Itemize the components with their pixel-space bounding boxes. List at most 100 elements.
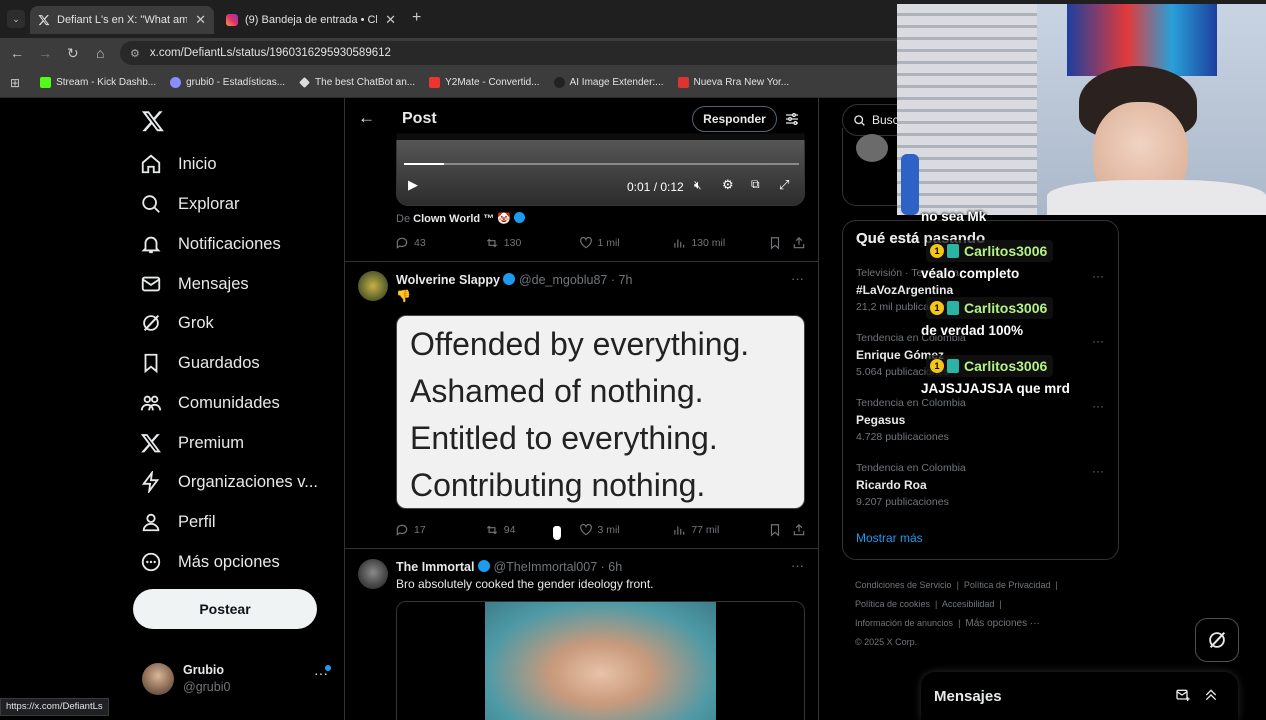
chat-username[interactable]: 1 Carlitos3006 [926, 297, 1054, 319]
mute-icon[interactable]: 🔇︎ [694, 178, 702, 193]
nav-organizations[interactable]: Organizaciones v... [140, 471, 318, 493]
settings-icon[interactable]: ⚙ [722, 177, 734, 193]
chat-username[interactable]: 1 Carlitos3006 [926, 240, 1054, 262]
like-action[interactable]: 3 mil [579, 523, 673, 537]
trend-item[interactable]: Tendencia en Colombia Ricardo Roa 9.207 … [856, 462, 966, 508]
more-icon[interactable]: ··· [1092, 269, 1104, 283]
account-switcher[interactable]: Grubio @grubi0 ··· [142, 661, 332, 697]
grok-button[interactable] [1195, 618, 1239, 662]
nav-communities[interactable]: Comunidades [140, 392, 280, 414]
filter-icon[interactable] [784, 111, 800, 127]
tweet-media-frame[interactable] [396, 601, 805, 720]
footer-link[interactable]: Accesibilidad [942, 599, 995, 609]
post-button[interactable]: Postear [133, 589, 317, 629]
video-player[interactable]: ▶ 0:01 / 0:12 🔇︎ ⚙ ⧉ ⤢ [396, 133, 805, 206]
video-source-name[interactable]: Clown World ™ [413, 213, 494, 225]
back-arrow-icon[interactable]: ← [358, 108, 375, 128]
trend-name: Ricardo Roa [856, 478, 927, 492]
retweet-action[interactable]: 94 [485, 523, 579, 537]
share-icon[interactable] [792, 523, 806, 537]
nav-bookmarks[interactable]: Guardados [140, 352, 260, 374]
views-icon [674, 239, 685, 248]
trend-item[interactable]: Tendencia en Colombia Pegasus 4.728 publ… [856, 397, 966, 443]
forward-icon[interactable]: → [38, 45, 52, 61]
nav-messages[interactable]: Mensajes [140, 273, 249, 295]
footer-link[interactable]: Política de cookies [855, 599, 930, 609]
nav-notifications[interactable]: Notificaciones [140, 233, 281, 255]
close-tab-icon[interactable]: ✕ [385, 12, 396, 28]
footer-link[interactable]: Política de Privacidad [964, 580, 1051, 590]
bookmark-item[interactable]: Y2Mate - Convertid... [429, 77, 540, 88]
more-icon[interactable]: ··· [1092, 399, 1104, 413]
kick-icon [40, 77, 52, 88]
author-handle[interactable]: @TheImmortal007 [493, 560, 597, 574]
more-icon[interactable]: ··· [1092, 464, 1104, 478]
back-icon[interactable]: ← [10, 45, 24, 61]
tweet-video-thumbnail[interactable] [485, 602, 716, 720]
more-icon[interactable]: ··· [791, 271, 804, 286]
bookmark-item[interactable]: grubi0 - Estadísticas... [170, 77, 285, 88]
chat-username[interactable]: 1 Carlitos3006 [926, 355, 1054, 377]
browser-tab-active[interactable]: Defiant L's en X: "What am I wa ✕ [30, 6, 214, 34]
avatar[interactable] [856, 134, 888, 162]
pip-icon[interactable]: ⧉ [751, 177, 760, 192]
new-tab-button[interactable]: + [412, 9, 421, 27]
nav-profile[interactable]: Perfil [140, 511, 216, 533]
video-progress-track[interactable] [404, 163, 799, 165]
trend-name: Pegasus [856, 413, 906, 427]
like-action[interactable]: 1 mil [579, 236, 673, 250]
tweet-image[interactable]: Offended by everything. Ashamed of nothi… [396, 315, 805, 509]
url-field[interactable]: ⚙ x.com/DefiantLs/status/196031629593058… [120, 41, 920, 65]
site-info-icon[interactable]: ⚙ [130, 47, 140, 60]
footer-link[interactable]: Información de anuncios [855, 618, 953, 628]
bookmark-item[interactable]: Stream - Kick Dashb... [40, 77, 156, 88]
reply-action[interactable]: 17 [395, 523, 485, 537]
avatar[interactable] [358, 271, 388, 301]
reply-button[interactable]: Responder [692, 106, 777, 132]
tab-list-button[interactable]: ⌄ [7, 10, 25, 28]
new-message-icon[interactable] [1175, 687, 1191, 703]
bookmark-item[interactable]: AI Image Extender:... [553, 77, 664, 88]
verified-icon [514, 212, 526, 223]
show-more-link[interactable]: Mostrar más [856, 531, 923, 545]
bookmark-red-icon [677, 77, 689, 88]
home-icon[interactable]: ⌂ [96, 45, 104, 61]
author-name[interactable]: Wolverine Slappy [396, 273, 500, 287]
reload-icon[interactable]: ↻ [67, 45, 79, 62]
nav-grok[interactable]: Grok [140, 312, 214, 334]
fullscreen-icon[interactable]: ⤢ [779, 177, 789, 193]
author-name[interactable]: The Immortal [396, 560, 475, 574]
browser-tab[interactable]: (9) Bandeja de entrada • Chats ✕ [218, 6, 404, 34]
views-action[interactable]: 77 mil [672, 523, 768, 537]
footer-link[interactable]: Más opciones ··· [965, 618, 1039, 629]
more-icon[interactable]: ··· [1092, 334, 1104, 348]
views-action[interactable]: 130 mil [672, 236, 768, 250]
bookmark-item[interactable]: The best ChatBot an... [299, 77, 415, 88]
footer-link[interactable]: Condiciones de Servicio [855, 580, 952, 590]
nav-premium[interactable]: Premium [140, 432, 244, 454]
chat-message: de verdad 100% [921, 323, 1024, 338]
author-handle[interactable]: @de_mgoblu87 [519, 273, 607, 287]
play-icon[interactable]: ▶ [408, 177, 418, 193]
bookmark-icon[interactable] [768, 236, 782, 250]
retweet-action[interactable]: 130 [485, 236, 579, 250]
nav-more[interactable]: Más opciones [140, 551, 280, 573]
bookmark-item[interactable]: Nueva Rra New Yor... [677, 77, 789, 88]
apps-icon[interactable]: ⊞ [10, 76, 20, 90]
reply-action[interactable]: 43 [395, 236, 485, 250]
bookmark-icon[interactable] [768, 523, 782, 537]
nav-label: Notificaciones [178, 234, 281, 253]
expand-icon[interactable] [1203, 687, 1219, 703]
close-tab-icon[interactable]: ✕ [195, 12, 206, 28]
more-icon[interactable]: ··· [791, 558, 804, 573]
share-icon[interactable] [792, 236, 806, 250]
x-logo-icon[interactable] [141, 109, 165, 133]
water-bottle [901, 154, 919, 215]
person-icon [142, 513, 160, 532]
tweet-time: · 7h [610, 273, 633, 287]
nav-explore[interactable]: Explorar [140, 193, 239, 215]
messages-drawer[interactable]: Mensajes [921, 672, 1238, 720]
nav-home[interactable]: Inicio [140, 153, 217, 175]
avatar[interactable] [358, 559, 388, 589]
nav-label: Más opciones [178, 552, 280, 571]
